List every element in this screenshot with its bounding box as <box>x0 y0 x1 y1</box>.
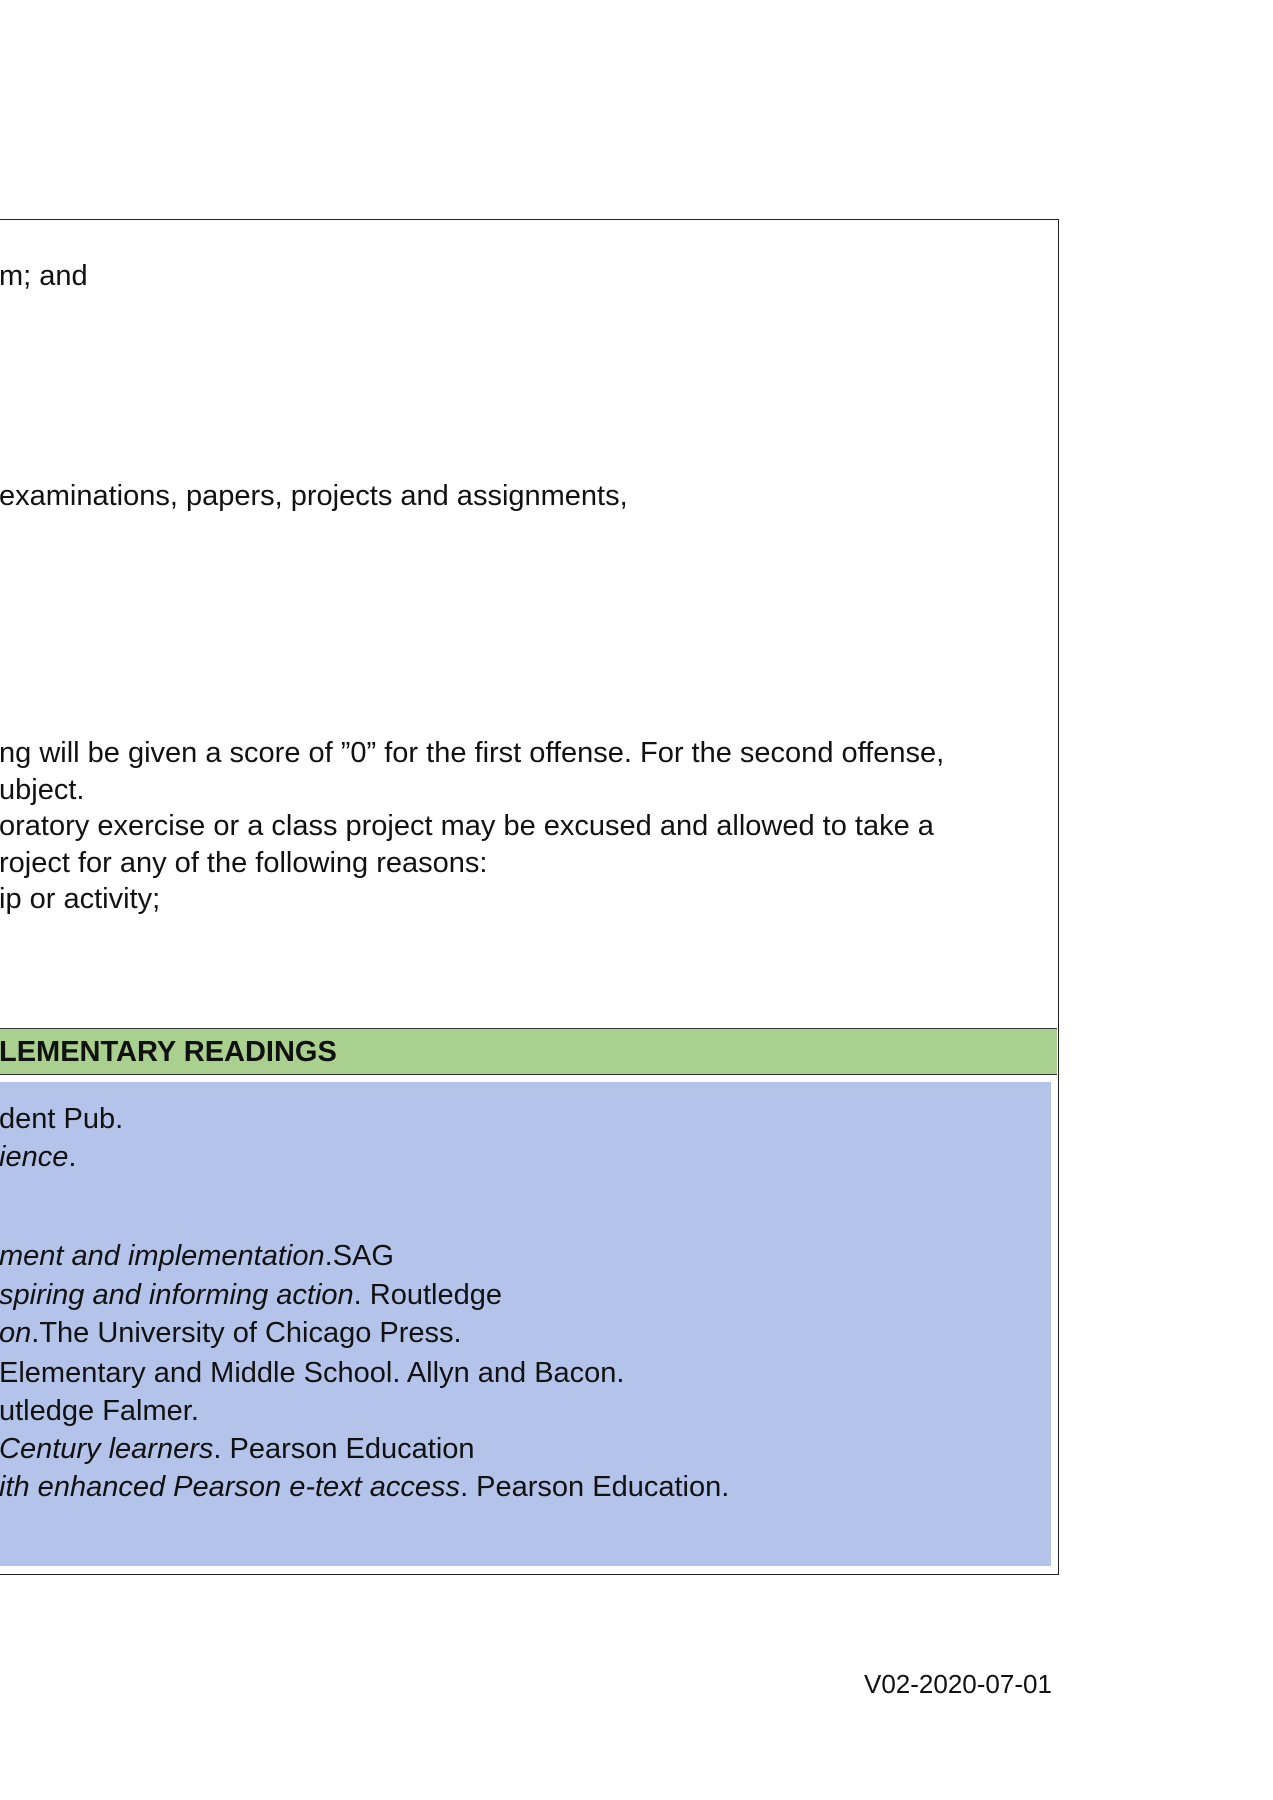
supplementary-readings-header: LEMENTARY READINGS <box>0 1028 1057 1075</box>
reference-item: ment and implementation.SAG <box>0 1240 394 1272</box>
policy-line-7: ip or activity; <box>0 883 161 915</box>
reference-item: Elementary and Middle School. Allyn and … <box>0 1357 625 1389</box>
reference-item: ith enhanced Pearson e-text access. Pear… <box>0 1471 730 1503</box>
reference-item: utledge Falmer. <box>0 1395 199 1427</box>
section-header-text: LEMENTARY READINGS <box>0 1036 337 1068</box>
readings-list: dent Pub. ience. ment and implementation… <box>0 1082 1051 1566</box>
policy-line-1: m; and <box>0 260 88 292</box>
policy-line-6: roject for any of the following reasons: <box>0 847 488 879</box>
course-policy-table: m; and examinations, papers, projects an… <box>0 219 1059 1575</box>
reference-item: ience. <box>0 1141 77 1173</box>
policy-line-2: examinations, papers, projects and assig… <box>0 480 628 512</box>
version-footer: V02-2020-07-01 <box>864 1669 1052 1699</box>
reference-item: dent Pub. <box>0 1103 124 1135</box>
policy-line-5: oratory exercise or a class project may … <box>0 810 934 842</box>
reference-item: on.The University of Chicago Press. <box>0 1317 462 1349</box>
policy-line-4: ubject. <box>0 774 85 806</box>
reference-item: Century learners. Pearson Education <box>0 1433 475 1465</box>
policy-line-3: ng will be given a score of ”0” for the … <box>0 737 945 769</box>
reference-item: spiring and informing action. Routledge <box>0 1279 502 1311</box>
